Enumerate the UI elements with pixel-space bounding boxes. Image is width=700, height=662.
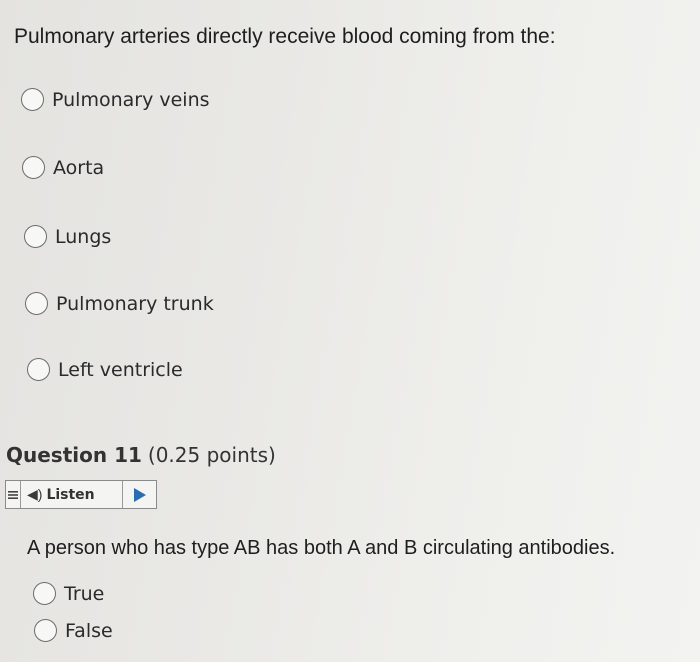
option-aorta[interactable]: Aorta bbox=[22, 156, 104, 179]
radio-button[interactable] bbox=[22, 156, 45, 179]
question-number: Question 11 bbox=[6, 443, 142, 467]
radio-button[interactable] bbox=[27, 358, 50, 381]
question-prompt: Pulmonary arteries directly receive bloo… bbox=[14, 25, 556, 48]
listen-button[interactable]: ◀) Listen bbox=[21, 481, 123, 508]
option-label: Lungs bbox=[55, 225, 112, 248]
question-prompt: A person who has type AB has both A and … bbox=[27, 537, 616, 559]
option-label: Pulmonary trunk bbox=[56, 292, 214, 315]
radio-button[interactable] bbox=[33, 582, 56, 605]
speaker-icon: ◀) bbox=[27, 486, 43, 502]
question-header: Question 11 (0.25 points) bbox=[6, 443, 276, 467]
option-lungs[interactable]: Lungs bbox=[24, 225, 111, 248]
radio-button[interactable] bbox=[21, 88, 44, 111]
option-pulmonary-veins[interactable]: Pulmonary veins bbox=[21, 88, 210, 111]
option-label: Pulmonary veins bbox=[52, 88, 210, 111]
option-label: Left ventricle bbox=[58, 358, 183, 381]
option-label: Aorta bbox=[53, 156, 105, 179]
menu-icon[interactable] bbox=[6, 481, 21, 508]
question-points: (0.25 points) bbox=[147, 443, 276, 467]
option-label: True bbox=[64, 582, 105, 605]
play-icon bbox=[133, 487, 146, 502]
radio-button[interactable] bbox=[34, 619, 57, 642]
option-true[interactable]: True bbox=[33, 582, 104, 605]
radio-button[interactable] bbox=[24, 225, 47, 248]
option-pulmonary-trunk[interactable]: Pulmonary trunk bbox=[25, 292, 214, 315]
radio-button[interactable] bbox=[25, 292, 48, 315]
listen-label: Listen bbox=[46, 486, 95, 503]
option-label: False bbox=[65, 619, 113, 642]
option-left-ventricle[interactable]: Left ventricle bbox=[27, 358, 183, 381]
play-button[interactable] bbox=[123, 481, 156, 508]
option-false[interactable]: False bbox=[34, 619, 113, 642]
listen-toolbar: ◀) Listen bbox=[5, 480, 157, 509]
